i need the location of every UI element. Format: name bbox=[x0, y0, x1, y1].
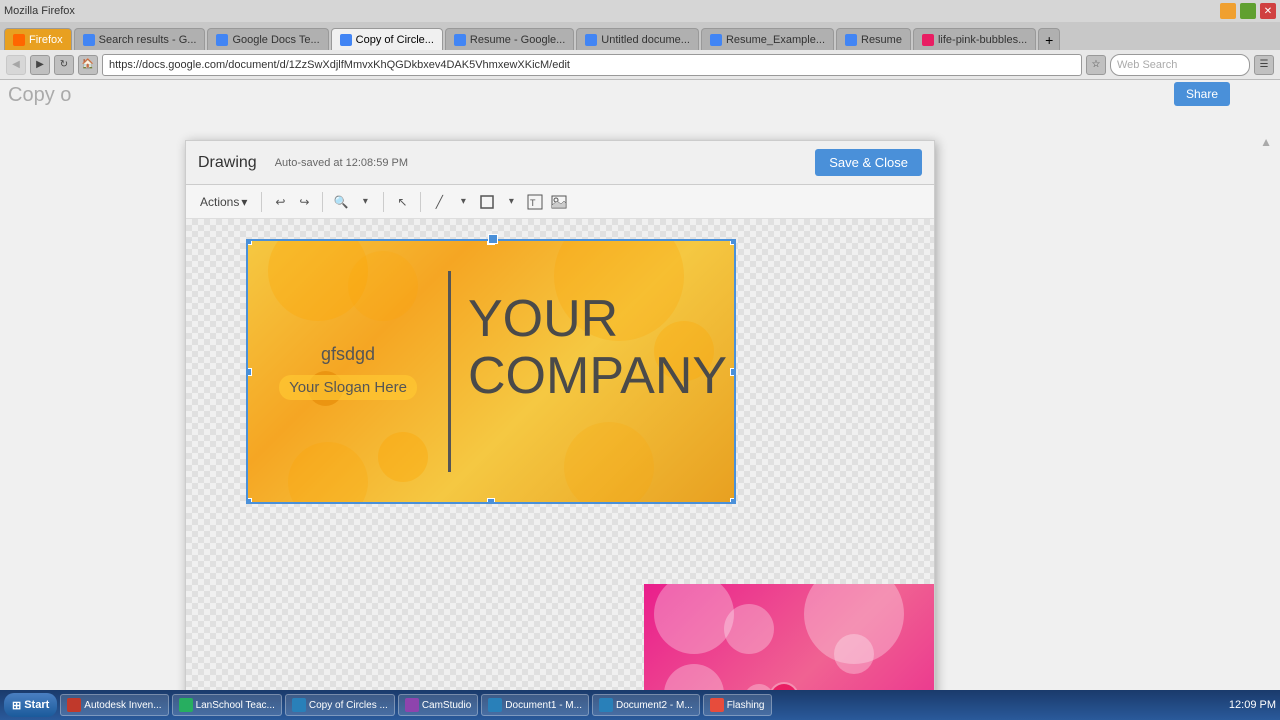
browser-chrome: Mozilla Firefox ✕ Firefox Search results… bbox=[0, 0, 1280, 80]
drawing-canvas[interactable]: gfsdgd Your Slogan Here YOUR COMPANY bbox=[186, 219, 934, 720]
flashing-icon bbox=[710, 698, 724, 712]
start-button[interactable]: ⊞ Start bbox=[4, 693, 57, 717]
drawing-header: Drawing Auto-saved at 12:08:59 PM Save &… bbox=[186, 141, 934, 185]
tab-google-docs-te[interactable]: Google Docs Te... bbox=[207, 28, 328, 50]
handle-bottom-right[interactable] bbox=[730, 498, 736, 504]
text-tool[interactable]: T bbox=[525, 192, 545, 212]
redo-button[interactable]: ↪ bbox=[294, 192, 314, 212]
taskbar-flashing[interactable]: Flashing bbox=[703, 694, 772, 716]
reload-button[interactable]: ↻ bbox=[54, 55, 74, 75]
back-button[interactable]: ◀ bbox=[6, 55, 26, 75]
card-left: gfsdgd Your Slogan Here bbox=[248, 241, 448, 502]
scroll-indicator[interactable]: ▲ bbox=[1260, 135, 1272, 149]
tab-resume-google[interactable]: Resume - Google... bbox=[445, 28, 574, 50]
drawing-toolbar: Actions ▾ ↩ ↪ 🔍 ▾ ↖ ╱ ▾ ▾ T bbox=[186, 185, 934, 219]
search-bar[interactable]: Web Search bbox=[1110, 54, 1250, 76]
taskbar-time: 12:09 PM bbox=[1229, 698, 1276, 712]
browser-navbar: ◀ ▶ ↻ 🏠 https://docs.google.com/document… bbox=[0, 50, 1280, 80]
autosaved-label: Auto-saved at 12:08:59 PM bbox=[275, 157, 408, 169]
actions-menu[interactable]: Actions ▾ bbox=[194, 192, 253, 212]
handle-middle-left[interactable] bbox=[246, 368, 252, 376]
zoom-button[interactable]: 🔍 bbox=[331, 192, 351, 212]
pointer-tool[interactable]: ↖ bbox=[392, 192, 412, 212]
tab-untitled-doc[interactable]: Untitled docume... bbox=[576, 28, 699, 50]
browser-titlebar: Mozilla Firefox ✕ bbox=[0, 0, 1280, 22]
svg-text:T: T bbox=[530, 198, 536, 208]
taskbar: ⊞ Start Autodesk Inven... LanSchool Teac… bbox=[0, 690, 1280, 720]
taskbar-copy-circles[interactable]: Copy of Circles ... bbox=[285, 694, 395, 716]
shape-tool[interactable] bbox=[477, 192, 497, 212]
close-btn[interactable]: ✕ bbox=[1260, 3, 1276, 19]
image-tool[interactable] bbox=[549, 192, 569, 212]
url-bar[interactable]: https://docs.google.com/document/d/1ZzSw… bbox=[102, 54, 1082, 76]
tab-resume[interactable]: Resume bbox=[836, 28, 911, 50]
lanschool-icon bbox=[179, 698, 193, 712]
selection-anchor bbox=[488, 234, 498, 244]
handle-top-left[interactable] bbox=[246, 239, 252, 245]
autodesk-icon bbox=[67, 698, 81, 712]
docs-share-area: Share bbox=[1174, 82, 1230, 106]
doc2-icon bbox=[599, 698, 613, 712]
taskbar-doc2[interactable]: Document2 - M... bbox=[592, 694, 700, 716]
browser-title: Mozilla Firefox bbox=[4, 5, 75, 17]
drawing-modal: Drawing Auto-saved at 12:08:59 PM Save &… bbox=[185, 140, 935, 720]
taskbar-autodesk[interactable]: Autodesk Inven... bbox=[60, 694, 168, 716]
handle-bottom-left[interactable] bbox=[246, 498, 252, 504]
drawing-title: Drawing bbox=[198, 154, 257, 172]
copy-circles-icon bbox=[292, 698, 306, 712]
camstudio-icon bbox=[405, 698, 419, 712]
toolbar-separator-4 bbox=[420, 192, 421, 212]
zoom-dropdown[interactable]: ▾ bbox=[355, 192, 375, 212]
minimize-btn[interactable] bbox=[1220, 3, 1236, 19]
tab-copy-of-circle[interactable]: Copy of Circle... bbox=[331, 28, 443, 50]
home-button[interactable]: 🏠 bbox=[78, 55, 98, 75]
forward-button[interactable]: ▶ bbox=[30, 55, 50, 75]
handle-middle-right[interactable] bbox=[730, 368, 736, 376]
line-dropdown[interactable]: ▾ bbox=[453, 192, 473, 212]
taskbar-camstudio[interactable]: CamStudio bbox=[398, 694, 478, 716]
save-close-button[interactable]: Save & Close bbox=[815, 149, 922, 176]
toolbar-separator-3 bbox=[383, 192, 384, 212]
toolbar-separator-2 bbox=[322, 192, 323, 212]
tab-search-results[interactable]: Search results - G... bbox=[74, 28, 206, 50]
share-button[interactable]: Share bbox=[1174, 82, 1230, 106]
card-divider bbox=[448, 271, 451, 472]
doc1-icon bbox=[488, 698, 502, 712]
tab-resume-example[interactable]: Resume_Example... bbox=[701, 28, 834, 50]
docs-page-title: Copy o bbox=[8, 84, 71, 107]
browser-tabs: Firefox Search results - G... Google Doc… bbox=[0, 22, 1280, 50]
handle-top-right[interactable] bbox=[730, 239, 736, 245]
card-name: gfsdgd bbox=[321, 344, 375, 365]
handle-bottom-center[interactable] bbox=[487, 498, 495, 504]
tab-firefox[interactable]: Firefox bbox=[4, 28, 72, 50]
card-company-name: YOUR COMPANY bbox=[468, 291, 727, 405]
menu-button[interactable]: ☰ bbox=[1254, 55, 1274, 75]
taskbar-doc1[interactable]: Document1 - M... bbox=[481, 694, 589, 716]
page-background: Copy o Share ▲ Drawing Auto-saved at 12:… bbox=[0, 80, 1280, 690]
line-tool[interactable]: ╱ bbox=[429, 192, 449, 212]
maximize-btn[interactable] bbox=[1240, 3, 1256, 19]
business-card[interactable]: gfsdgd Your Slogan Here YOUR COMPANY bbox=[246, 239, 736, 504]
card-slogan: Your Slogan Here bbox=[279, 375, 417, 400]
toolbar-separator-1 bbox=[261, 192, 262, 212]
taskbar-lanschool[interactable]: LanSchool Teac... bbox=[172, 694, 282, 716]
tab-life-pink[interactable]: life-pink-bubbles... bbox=[913, 28, 1036, 50]
undo-button[interactable]: ↩ bbox=[270, 192, 290, 212]
shape-dropdown[interactable]: ▾ bbox=[501, 192, 521, 212]
new-tab-button[interactable]: + bbox=[1038, 28, 1060, 50]
bookmark-button[interactable]: ☆ bbox=[1086, 55, 1106, 75]
